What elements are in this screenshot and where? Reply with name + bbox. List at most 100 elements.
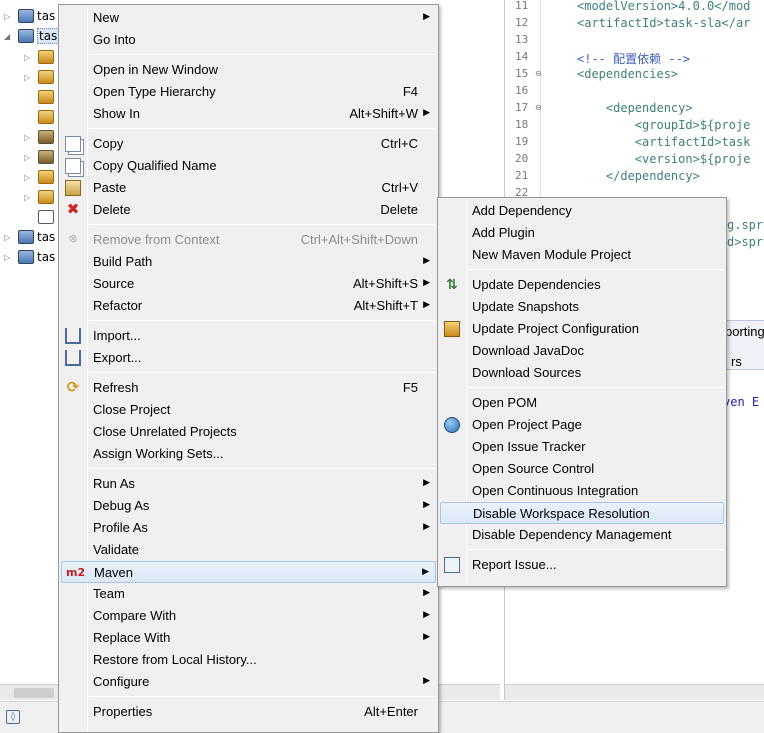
tree-item[interactable]: [24, 107, 57, 127]
expand-toggle-icon[interactable]: ▷: [24, 193, 34, 202]
menu-item-delete[interactable]: ✖ Delete Delete: [61, 199, 436, 221]
menu-item-refactor[interactable]: Refactor Alt+Shift+T ▶: [61, 295, 436, 317]
fold-toggle-icon[interactable]: ⊖: [535, 69, 542, 78]
menu-item-run-as[interactable]: Run As ▶: [61, 473, 436, 495]
menu-item-label: Compare With: [93, 608, 177, 623]
expand-toggle-icon[interactable]: ◢: [4, 32, 14, 41]
menu-item-import[interactable]: Import...: [61, 325, 436, 347]
tree-item[interactable]: ▷: [24, 67, 57, 87]
tree-item[interactable]: ▷: [24, 167, 57, 187]
submenu-arrow-icon: ▶: [423, 522, 430, 532]
tree-item[interactable]: ▷ tas: [4, 247, 55, 267]
expand-toggle-icon[interactable]: ▷: [24, 153, 34, 162]
menu-item-shortcut: Delete: [380, 202, 418, 217]
line-number: 16: [515, 84, 529, 97]
menu-item-paste[interactable]: Paste Ctrl+V: [61, 177, 436, 199]
menu-item-build-path[interactable]: Build Path ▶: [61, 251, 436, 273]
menu-item-update-dependencies[interactable]: ⇅ Update Dependencies: [440, 274, 724, 296]
menu-item-add-plugin[interactable]: Add Plugin: [440, 222, 724, 244]
refresh-icon: ⟳: [66, 378, 80, 396]
menu-item-label: Close Unrelated Projects: [93, 424, 237, 439]
menu-item-label: Open Project Page: [472, 417, 582, 432]
code-fragment: d>spr: [727, 235, 764, 249]
expand-toggle-icon[interactable]: ▷: [4, 233, 14, 242]
tree-item[interactable]: ▷ tas: [4, 6, 55, 26]
menu-item-properties[interactable]: Properties Alt+Enter: [61, 701, 436, 723]
menu-item-copy-qualified-name[interactable]: Copy Qualified Name: [61, 155, 436, 177]
menu-item-add-dependency[interactable]: Add Dependency: [440, 200, 724, 222]
fold-toggle-icon[interactable]: ⊖: [535, 103, 542, 112]
menu-item-update-snapshots[interactable]: Update Snapshots: [440, 296, 724, 318]
tree-item[interactable]: ▷: [24, 147, 57, 167]
menu-item-download-javadoc[interactable]: Download JavaDoc: [440, 340, 724, 362]
submenu-arrow-icon: ▶: [423, 478, 430, 488]
menu-item-update-project-configuration[interactable]: Update Project Configuration: [440, 318, 724, 340]
submenu-arrow-icon: ▶: [423, 676, 430, 686]
menu-item-open-project-page[interactable]: Open Project Page: [440, 414, 724, 436]
menu-item-download-sources[interactable]: Download Sources: [440, 362, 724, 384]
menu-item-refresh[interactable]: ⟳ Refresh F5: [61, 377, 436, 399]
copy-icon: [65, 136, 81, 152]
scrollbar-thumb[interactable]: [14, 688, 54, 698]
menu-item-open-in-new-window[interactable]: Open in New Window: [61, 59, 436, 81]
menu-item-source[interactable]: Source Alt+Shift+S ▶: [61, 273, 436, 295]
menu-item-new-maven-module-project[interactable]: New Maven Module Project: [440, 244, 724, 266]
menu-item-go-into[interactable]: Go Into: [61, 29, 436, 51]
menu-item-open-continuous-integration[interactable]: Open Continuous Integration: [440, 480, 724, 502]
expand-toggle-icon[interactable]: ▷: [4, 253, 14, 262]
menu-item-replace-with[interactable]: Replace With ▶: [61, 627, 436, 649]
menu-item-disable-workspace-resolution[interactable]: Disable Workspace Resolution: [440, 502, 724, 524]
submenu-arrow-icon: ▶: [423, 278, 430, 288]
menu-item-close-project[interactable]: Close Project: [61, 399, 436, 421]
menu-item-team[interactable]: Team ▶: [61, 583, 436, 605]
expand-toggle-icon[interactable]: ▷: [24, 173, 34, 182]
menu-item-disable-dependency-management[interactable]: Disable Dependency Management: [440, 524, 724, 546]
menu-item-copy[interactable]: Copy Ctrl+C: [61, 133, 436, 155]
menu-item-configure[interactable]: Configure ▶: [61, 671, 436, 693]
expand-toggle-icon[interactable]: ▷: [24, 73, 34, 82]
menu-item-validate[interactable]: Validate: [61, 539, 436, 561]
menu-item-open-source-control[interactable]: Open Source Control: [440, 458, 724, 480]
menu-item-open-issue-tracker[interactable]: Open Issue Tracker: [440, 436, 724, 458]
menu-separator: [468, 549, 724, 550]
menu-item-label: Maven: [94, 565, 134, 580]
tree-item[interactable]: [24, 87, 57, 107]
menu-item-maven[interactable]: m2 Maven ▶: [61, 561, 436, 583]
tree-item[interactable]: ▷: [24, 187, 57, 207]
menu-item-shortcut: F5: [402, 380, 418, 395]
menu-item-debug-as[interactable]: Debug As ▶: [61, 495, 436, 517]
lower-tab[interactable]: rs: [731, 354, 742, 369]
menu-item-open-type-hierarchy[interactable]: Open Type Hierarchy F4: [61, 81, 436, 103]
tree-item[interactable]: [24, 207, 57, 227]
fast-view-icon[interactable]: ◊: [6, 710, 20, 724]
menu-item-report-issue[interactable]: Report Issue...: [440, 554, 724, 576]
menu-item-label: Open POM: [472, 395, 538, 410]
tree-item[interactable]: ▷ tas: [4, 227, 55, 247]
expand-toggle-icon[interactable]: ▷: [4, 12, 14, 21]
menu-item-close-unrelated-projects[interactable]: Close Unrelated Projects: [61, 421, 436, 443]
tree-item[interactable]: ▷: [24, 47, 57, 67]
tree-item[interactable]: ▷: [24, 127, 57, 147]
line-number: 18: [515, 118, 529, 131]
menu-item-compare-with[interactable]: Compare With ▶: [61, 605, 436, 627]
menu-item-open-pom[interactable]: Open POM: [440, 392, 724, 414]
lower-tab[interactable]: porting: [725, 324, 764, 339]
submenu-arrow-icon: ▶: [423, 108, 430, 118]
menu-item-label: Report Issue...: [472, 557, 557, 572]
menu-item-new[interactable]: New ▶: [61, 7, 436, 29]
menu-item-export[interactable]: Export...: [61, 347, 436, 369]
expand-toggle-icon[interactable]: ▷: [24, 53, 34, 62]
package-icon: [38, 190, 54, 204]
menu-separator: [468, 387, 724, 388]
project-icon: [18, 29, 34, 43]
expand-toggle-icon[interactable]: ▷: [24, 133, 34, 142]
menu-item-restore-from-local-history[interactable]: Restore from Local History...: [61, 649, 436, 671]
tree-item[interactable]: ◢ tas: [4, 26, 60, 46]
menu-item-label: Assign Working Sets...: [93, 446, 224, 461]
menu-item-label: Properties: [93, 704, 153, 719]
menu-item-profile-as[interactable]: Profile As ▶: [61, 517, 436, 539]
editor-horizontal-scrollbar[interactable]: [504, 684, 764, 700]
menu-item-assign-working-sets[interactable]: Assign Working Sets...: [61, 443, 436, 465]
menu-item-show-in[interactable]: Show In Alt+Shift+W ▶: [61, 103, 436, 125]
menu-item-shortcut: Ctrl+V: [381, 180, 418, 195]
